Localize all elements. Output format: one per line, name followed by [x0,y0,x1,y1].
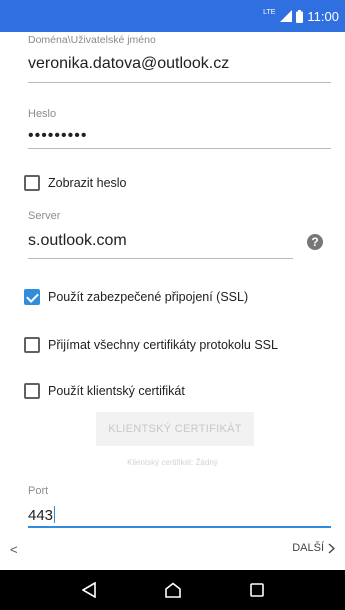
accept-certificates-label: Přijímat všechny certifikáty protokolu S… [48,338,278,352]
battery-icon [296,9,304,23]
port-value: 443 [28,507,54,524]
system-nav-bar [0,570,345,610]
help-icon[interactable]: ? [307,234,323,250]
home-icon[interactable] [161,578,185,602]
client-certificate-status: Klientský certifikát: Žádný [127,458,218,467]
show-password-label: Zobrazit heslo [48,176,127,190]
chevron-right-icon [328,542,335,554]
next-button[interactable]: DALŠÍ [292,542,335,554]
network-type: LTE [263,8,276,16]
port-underline [28,526,331,528]
client-certificate-label: Použít klientský certifikát [48,384,185,398]
server-underline [28,258,293,259]
port-field[interactable]: 443 [28,506,56,524]
password-label: Heslo [28,108,57,120]
back-icon[interactable] [77,578,101,602]
checkbox-box-checked[interactable] [24,289,40,305]
port-label: Port [28,485,49,497]
username-underline [28,82,331,83]
username-field[interactable]: veronika.datova@outlook.cz [28,55,229,73]
accept-certificates-checkbox[interactable]: Přijímat všechny certifikáty protokolu S… [24,337,278,353]
ssl-checkbox[interactable]: Použít zabezpečené připojení (SSL) [24,289,248,305]
server-label: Server [28,210,61,222]
show-password-checkbox[interactable]: Zobrazit heslo [24,175,127,191]
recent-apps-icon[interactable] [245,578,269,602]
username-label: Doména\Uživatelské jméno [28,34,156,46]
clock: 11:00 [307,8,339,24]
status-icons: LTE 11:00 [263,0,339,32]
previous-button[interactable]: < [10,542,18,557]
checkbox-box[interactable] [24,337,40,353]
client-certificate-button[interactable]: KLIENTSKÝ CERTIFIKÁT [96,412,254,446]
client-certificate-checkbox[interactable]: Použít klientský certifikát [24,383,185,399]
status-bar: LTE 11:00 [0,0,345,32]
checkbox-box[interactable] [24,175,40,191]
ssl-label: Použít zabezpečené připojení (SSL) [48,290,249,304]
password-underline [28,148,331,149]
checkbox-box[interactable] [24,383,40,399]
text-cursor [54,506,56,523]
password-field[interactable]: ••••••••• [28,127,87,145]
next-label: DALŠÍ [292,542,324,554]
signal-icon [280,10,293,22]
server-field[interactable]: s.outlook.com [28,232,127,250]
